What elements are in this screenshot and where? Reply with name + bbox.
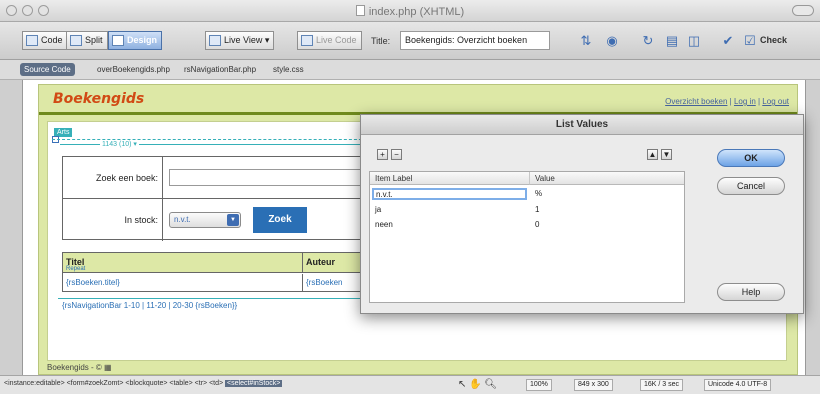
view-options-icon[interactable]: ▤ [664,33,680,48]
ok-button[interactable]: OK [717,149,785,167]
download-size: 16K / 3 sec [640,379,684,391]
column-item-label: Item Label [370,172,530,185]
column-value: Value [530,172,684,185]
form-row-search: Zoek een boek: [63,157,373,199]
image-placeholder-icon: ▦ [104,363,112,372]
related-file[interactable]: style.css [273,65,304,74]
current-tag[interactable]: <select#inStock> [225,380,283,387]
list-item[interactable]: n.v.t.% [370,187,684,201]
status-bar: <instance:editable> <form#zoekZomt> <blo… [0,375,820,394]
file-management-icon[interactable]: ⇅ [578,33,594,48]
values-grid[interactable]: Item Label Value n.v.t.% ja 1 neen 0 [369,171,685,303]
stock-label: In stock: [63,199,163,241]
pointer-tool-icon[interactable]: ↖ [458,379,466,390]
cell-titel[interactable]: {rsBoeken.titel} [63,274,303,292]
toolbar-toggle-button[interactable] [792,5,814,16]
design-icon [112,35,124,46]
list-values-dialog: List Values + − ▲ ▼ Item Label Value n.v… [360,114,804,314]
cancel-button[interactable]: Cancel [717,177,785,195]
cell-auteur[interactable]: {rsBoeken [303,274,342,292]
form-row-stock: In stock: n.v.t. ▼ Zoek [63,199,373,241]
tag-selector[interactable]: <instance:editable> <form#zoekZomt> <blo… [4,380,283,387]
move-down-button[interactable]: ▼ [661,149,672,160]
document-toolbar: Code Split Design Live View ▾ Live Code … [0,22,820,60]
list-item[interactable]: neen 0 [370,218,684,232]
link-overzicht[interactable]: Overzicht boeken [665,97,727,106]
title-label: Title: [371,36,391,46]
window-titlebar: index.php (XHTML) [0,0,820,22]
browser-check-icon[interactable]: ☑ [742,33,758,48]
site-logo: Boekengids [53,91,145,107]
search-form-table: Zoek een boek: In stock: n.v.t. ▼ Zoek [62,156,373,241]
dialog-title: List Values [361,115,803,135]
zoom-tool-icon[interactable]: 🔍︎ [484,379,497,390]
zoom-select[interactable]: 100% [526,379,552,391]
window-size[interactable]: 849 x 300 [574,379,613,391]
related-file[interactable]: overBoekengids.php [97,65,170,74]
preview-browser-icon[interactable]: ◉ [604,33,620,48]
window-title: index.php (XHTML) [0,5,820,18]
stock-select[interactable]: n.v.t. ▼ [169,212,241,228]
code-view-button[interactable]: Code [22,31,68,50]
table-width-guide: 1143 (10) ▾ [60,140,360,152]
hand-tool-icon[interactable]: ✋ [469,379,481,390]
link-login[interactable]: Log in [734,97,756,106]
move-up-button[interactable]: ▲ [647,149,658,160]
link-logout[interactable]: Log out [762,97,789,106]
related-file[interactable]: rsNavigationBar.php [184,65,256,74]
page-header: Boekengids Overzicht boeken | Log in | L… [39,85,797,115]
list-item[interactable]: ja 1 [370,203,684,217]
split-icon [70,35,82,46]
chevron-down-icon: ▼ [227,214,239,226]
validate-icon[interactable]: ✔ [720,33,736,48]
remove-item-button[interactable]: − [391,149,402,160]
document-icon [355,5,365,16]
add-item-button[interactable]: + [377,149,388,160]
split-view-button[interactable]: Split [66,31,108,50]
live-code-icon [301,35,313,46]
zoek-button[interactable]: Zoek [253,207,307,233]
visual-aids-icon[interactable]: ◫ [686,33,702,48]
source-code-tab[interactable]: Source Code [20,63,75,76]
repeat-tag[interactable]: Repeat [66,266,85,272]
refresh-icon[interactable]: ↻ [640,33,656,48]
status-tools: ↖ ✋ 🔍︎ [458,379,497,390]
related-files-bar: Source Code overBoekengids.php rsNavigat… [0,60,820,80]
live-view-button[interactable]: Live View ▾ [205,31,275,50]
page-footer: Boekengids - © ▦ [47,363,112,372]
code-icon [26,35,38,46]
design-view-button[interactable]: Design [108,31,163,50]
page-title-input[interactable]: Boekengids: Overzicht boeken [400,31,550,50]
search-label: Zoek een boek: [63,157,163,199]
check-page-label[interactable]: Check [760,35,787,45]
help-button[interactable]: Help [717,283,785,301]
header-titel: Titel Repeat [63,253,303,273]
encoding: Unicode 4.0 UTF-8 [704,379,772,391]
live-view-icon [209,35,221,46]
search-input[interactable] [169,169,369,186]
top-links: Overzicht boeken | Log in | Log out [665,97,789,106]
live-code-button[interactable]: Live Code [297,31,362,50]
